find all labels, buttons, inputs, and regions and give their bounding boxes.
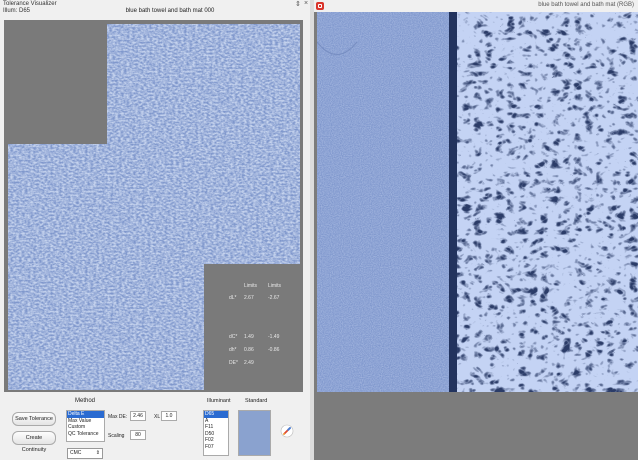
illuminant-option[interactable]: F07 — [204, 444, 228, 451]
stat-value: -0.86 — [268, 347, 280, 353]
panel-title: Tolerance Visualizer — [3, 1, 57, 7]
close-icon[interactable] — [316, 2, 324, 10]
max-de-field[interactable]: 2.46 — [130, 411, 146, 421]
tolerance-stats: Limits Limits dL* 2.67 -2.67 dC* 1.49 -1… — [204, 264, 303, 390]
undock-icon[interactable]: ⇕ — [295, 0, 301, 8]
xl-field[interactable]: 1.0 — [161, 411, 177, 421]
source-photo[interactable] — [317, 12, 638, 392]
texture-tile-top — [107, 24, 300, 144]
stat-value: 2.67 — [244, 295, 254, 301]
illuminant-title: Illuminant — [207, 398, 231, 404]
method-option[interactable]: QC Tolerance — [67, 431, 104, 438]
xl-label: XL — [154, 414, 161, 420]
tolerance-viewer[interactable]: Limits Limits dL* 2.67 -2.67 dC* 1.49 -1… — [4, 20, 303, 392]
create-continuity-button[interactable]: Create Continuity — [12, 431, 56, 453]
formula-value: CMC — [70, 450, 82, 456]
stat-value: 2.49 — [244, 360, 254, 366]
texture-tile-middle — [8, 144, 300, 264]
stats-header-2: Limits — [268, 283, 282, 289]
illuminant-list[interactable]: D65 A F11 D50 F02 F07 — [203, 410, 229, 456]
stat-label: DE* — [229, 360, 238, 366]
standard-title: Standard — [245, 398, 268, 404]
method-title: Method — [75, 398, 96, 404]
method-list[interactable]: Delta E Max Value Custom QC Tolerance — [66, 410, 105, 442]
stats-header-1: Limits — [244, 283, 258, 289]
tolerance-visualizer-panel: Tolerance Visualizer Illum: D65 blue bat… — [0, 0, 314, 460]
stat-value: 1.49 — [244, 334, 254, 340]
scaling-field[interactable]: 80 — [130, 430, 146, 440]
chevron-down-icon: ⇕ — [95, 450, 100, 456]
close-icon[interactable]: × — [304, 0, 308, 7]
image-viewer-title: blue bath towel and bath mat (RGB) — [538, 2, 634, 8]
texture-tile-bottom — [8, 264, 204, 390]
formula-dropdown[interactable]: CMC ⇕ — [67, 448, 103, 459]
save-tolerance-button[interactable]: Save Tolerance — [12, 412, 56, 426]
image-viewer-panel: blue bath towel and bath mat (RGB) — [314, 0, 638, 460]
stat-value: -1.49 — [268, 334, 280, 340]
illuminant-readout: Illum: D65 — [3, 8, 31, 14]
stat-label: dh* — [229, 347, 237, 353]
stat-label: dL* — [229, 295, 237, 301]
stat-label: dC* — [229, 334, 238, 340]
standard-swatch — [238, 410, 271, 456]
scaling-label: Scaling — [108, 433, 125, 439]
image-name: blue bath towel and bath mat 000 — [125, 8, 215, 14]
stat-value: -2.67 — [268, 295, 280, 301]
image-viewer-titlebar: blue bath towel and bath mat (RGB) — [314, 0, 638, 12]
max-de-label: Max DE: — [108, 414, 128, 420]
color-picker-icon[interactable] — [280, 424, 294, 438]
stat-value: 0.86 — [244, 347, 254, 353]
